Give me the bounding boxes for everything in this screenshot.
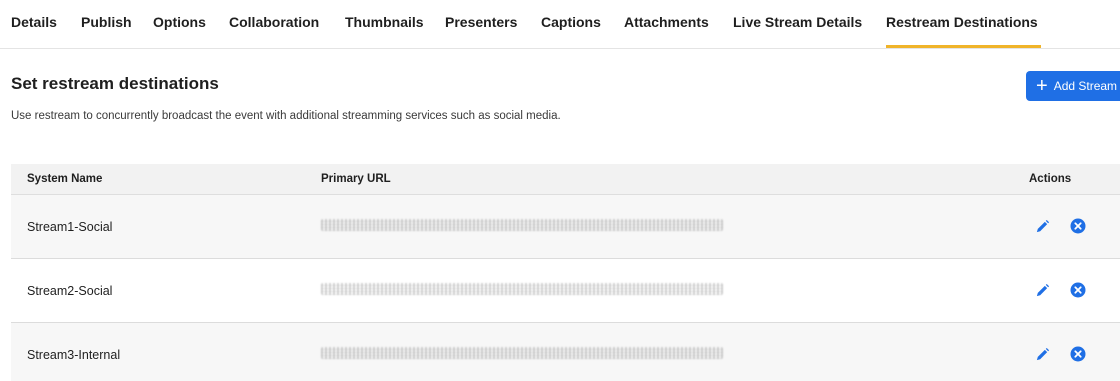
- tab-collaboration[interactable]: Collaboration: [229, 14, 319, 30]
- column-header-system-name: System Name: [27, 173, 103, 185]
- column-header-actions: Actions: [1029, 173, 1072, 185]
- edit-button[interactable]: [1033, 217, 1051, 235]
- close-circle-icon: [1070, 282, 1086, 298]
- table-header: System Name Primary URL Actions: [11, 164, 1120, 195]
- system-name-cell: Stream2-Social: [27, 284, 113, 298]
- table-row: Stream1-Social: [11, 195, 1120, 259]
- pencil-icon: [1036, 219, 1049, 232]
- add-stream-button[interactable]: + Add Stream: [1026, 71, 1120, 101]
- table-row: Stream3-Internal: [11, 323, 1120, 381]
- page-title: Set restream destinations: [11, 74, 219, 93]
- pencil-icon: [1036, 283, 1049, 296]
- plus-icon: +: [1036, 75, 1048, 97]
- page-description: Use restream to concurrently broadcast t…: [11, 110, 561, 122]
- delete-button[interactable]: [1069, 217, 1087, 235]
- close-circle-icon: [1070, 218, 1086, 234]
- tab-thumbnails[interactable]: Thumbnails: [345, 14, 424, 30]
- redacted-url: [321, 219, 723, 231]
- close-circle-icon: [1070, 346, 1086, 362]
- tab-live-stream-details[interactable]: Live Stream Details: [733, 14, 862, 30]
- edit-button[interactable]: [1033, 281, 1051, 299]
- add-stream-button-label: Add Stream: [1053, 79, 1118, 93]
- tab-publish[interactable]: Publish: [81, 14, 132, 30]
- row-actions: [1033, 281, 1087, 299]
- row-actions: [1033, 217, 1087, 235]
- redacted-url: [321, 283, 723, 295]
- redacted-url: [321, 347, 723, 359]
- tab-bar: Details Publish Options Collaboration Th…: [0, 0, 1120, 49]
- edit-button[interactable]: [1033, 345, 1051, 363]
- system-name-cell: Stream1-Social: [27, 220, 113, 234]
- tab-captions[interactable]: Captions: [541, 14, 601, 30]
- pencil-icon: [1036, 347, 1049, 360]
- restream-page: Details Publish Options Collaboration Th…: [0, 0, 1120, 381]
- table-row: Stream2-Social: [11, 259, 1120, 323]
- row-actions: [1033, 345, 1087, 363]
- tab-restream-destinations[interactable]: Restream Destinations: [886, 14, 1038, 30]
- system-name-cell: Stream3-Internal: [27, 348, 121, 362]
- tab-presenters[interactable]: Presenters: [445, 14, 517, 30]
- delete-button[interactable]: [1069, 345, 1087, 363]
- tab-details[interactable]: Details: [11, 14, 57, 30]
- tab-attachments[interactable]: Attachments: [624, 14, 709, 30]
- restream-table: System Name Primary URL Actions Stream1-…: [11, 164, 1120, 381]
- tab-options[interactable]: Options: [153, 14, 206, 30]
- delete-button[interactable]: [1069, 281, 1087, 299]
- column-header-primary-url: Primary URL: [321, 173, 391, 185]
- active-tab-indicator: [886, 45, 1041, 48]
